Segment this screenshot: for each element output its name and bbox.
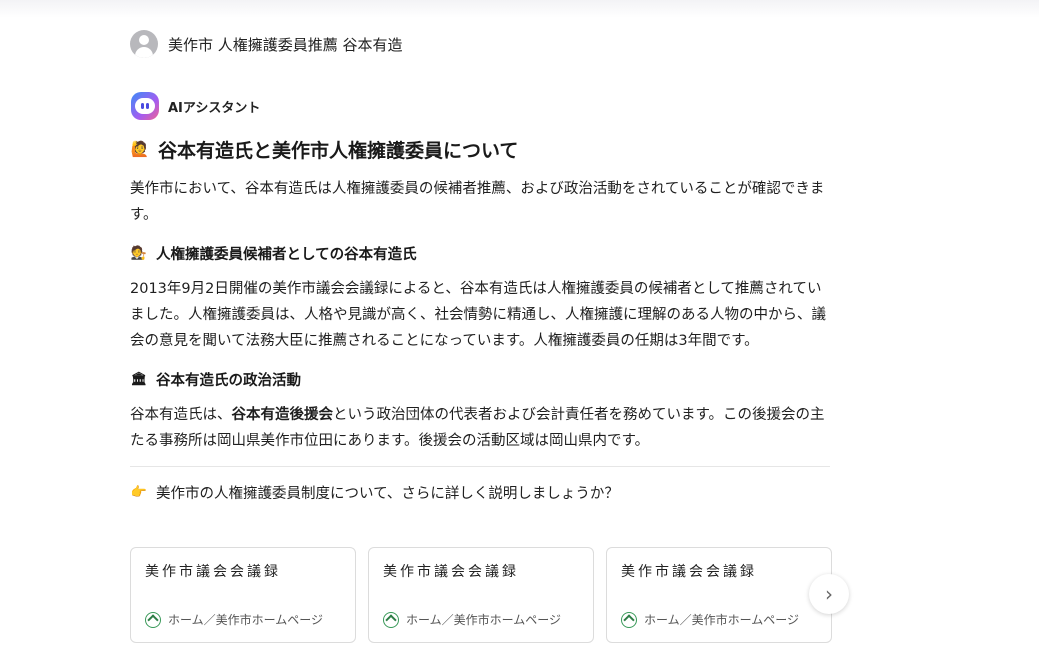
next-references-button[interactable]: ›: [809, 574, 849, 614]
reference-card[interactable]: 美作市議会会議録 ホーム／美作市ホームページ: [606, 547, 832, 643]
assistant-header: AIアシスタント: [131, 92, 260, 120]
raising-hand-icon: 🙋: [130, 140, 150, 158]
section-heading-text: 人権擁護委員候補者としての谷本有造氏: [156, 246, 417, 263]
reference-card[interactable]: 美作市議会会議録 ホーム／美作市ホームページ: [130, 547, 356, 643]
section-heading: 🧑‍⚖️ 人権擁護委員候補者としての谷本有造氏: [130, 240, 830, 266]
section-heading-text: 谷本有造氏の政治活動: [156, 372, 301, 389]
top-fade: [0, 0, 1039, 18]
section-paragraph: 谷本有造氏は、谷本有造後援会という政治団体の代表者および会計責任者を務めています…: [130, 407, 825, 449]
pointing-hand-icon: 👉: [130, 484, 148, 500]
site-logo-icon: [383, 611, 399, 628]
reference-title: 美作市議会会議録: [621, 564, 757, 580]
user-message-text: 美作市 人権擁護委員推薦 谷本有造: [168, 35, 403, 54]
ai-assistant-icon: [131, 92, 159, 120]
followup-question: 👉 美作市の人権擁護委員制度について、さらに詳しく説明しましょうか？: [130, 479, 830, 505]
reference-card[interactable]: 美作市議会会議録 ホーム／美作市ホームページ: [368, 547, 594, 643]
reference-source: ホーム／美作市ホームページ: [383, 611, 561, 628]
response-title-text: 谷本有造氏と美作市人権擁護委員について: [158, 139, 519, 162]
reference-title: 美作市議会会議録: [145, 564, 281, 580]
section-heading: 🏛 谷本有造氏の政治活動: [130, 366, 830, 392]
section-paragraph: 2013年9月2日開催の美作市議会会議録によると、谷本有造氏は人権擁護委員の候補…: [130, 281, 826, 349]
reference-cards: 美作市議会会議録 ホーム／美作市ホームページ 美作市議会会議録 ホーム／美作市ホ…: [130, 547, 844, 643]
user-message: 美作市 人権擁護委員推薦 谷本有造: [130, 30, 403, 58]
building-icon: 🏛: [130, 371, 148, 387]
user-avatar-icon: [130, 30, 158, 58]
response-title: 🙋 谷本有造氏と美作市人権擁護委員について: [130, 134, 830, 164]
reference-source-text: ホーム／美作市ホームページ: [406, 613, 562, 627]
reference-source-text: ホーム／美作市ホームページ: [168, 613, 324, 627]
chevron-right-icon: ›: [825, 582, 833, 606]
reference-source: ホーム／美作市ホームページ: [621, 611, 799, 628]
site-logo-icon: [621, 611, 637, 628]
site-logo-icon: [145, 611, 161, 628]
followup-text: 美作市の人権擁護委員制度について、さらに詳しく説明しましょうか？: [156, 485, 619, 502]
supporters-group-name: 谷本有造後援会: [231, 407, 334, 423]
assistant-response: 🙋 谷本有造氏と美作市人権擁護委員について 美作市において、谷本有造氏は人権擁護…: [130, 134, 830, 505]
reference-title: 美作市議会会議録: [383, 564, 519, 580]
reference-source-text: ホーム／美作市ホームページ: [644, 613, 800, 627]
reference-source: ホーム／美作市ホームページ: [145, 611, 323, 628]
assistant-name: AIアシスタント: [168, 100, 261, 116]
intro-paragraph: 美作市において、谷本有造氏は人権擁護委員の候補者推薦、および政治活動をされている…: [130, 181, 825, 223]
judge-icon: 🧑‍⚖️: [130, 245, 148, 261]
